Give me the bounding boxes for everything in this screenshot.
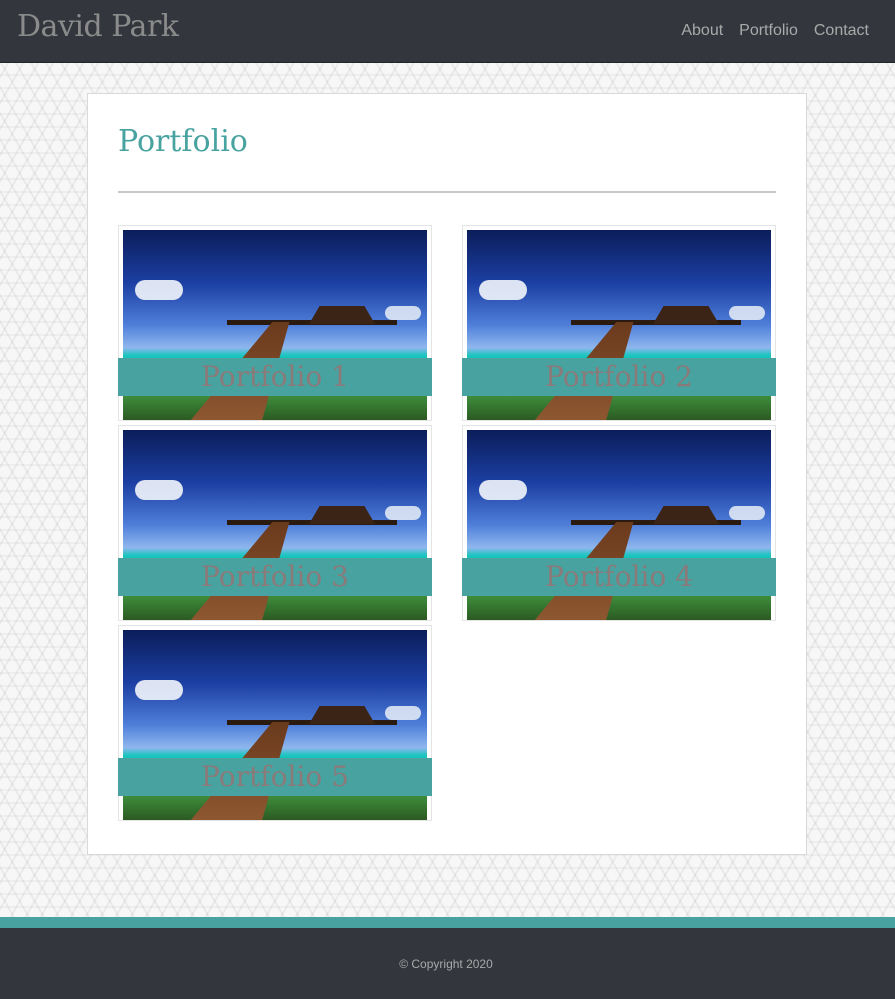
- portfolio-card-3[interactable]: Portfolio 3: [118, 425, 432, 621]
- portfolio-caption-3: Portfolio 3: [118, 558, 432, 596]
- nav-link-about[interactable]: About: [681, 22, 723, 40]
- copyright-text: © Copyright 2020: [399, 957, 493, 971]
- portfolio-caption-1: Portfolio 1: [118, 358, 432, 396]
- portfolio-card-5[interactable]: Portfolio 5: [118, 625, 432, 821]
- portfolio-caption-5: Portfolio 5: [118, 758, 432, 796]
- top-navbar: David Park About Portfolio Contact: [0, 0, 895, 63]
- footer-accent-band: [0, 917, 895, 928]
- nav-link-portfolio[interactable]: Portfolio: [739, 22, 798, 40]
- content-panel: Portfolio Portfolio 1 Portfolio 2 Portfo…: [87, 93, 807, 855]
- title-divider: [118, 191, 776, 193]
- brand-link[interactable]: David Park: [17, 9, 179, 44]
- nav-link-contact[interactable]: Contact: [814, 22, 869, 40]
- portfolio-caption-2: Portfolio 2: [462, 358, 776, 396]
- page-title: Portfolio: [118, 124, 248, 159]
- portfolio-caption-4: Portfolio 4: [462, 558, 776, 596]
- portfolio-card-4[interactable]: Portfolio 4: [462, 425, 776, 621]
- portfolio-card-1[interactable]: Portfolio 1: [118, 225, 432, 421]
- portfolio-card-2[interactable]: Portfolio 2: [462, 225, 776, 421]
- page-footer: © Copyright 2020: [0, 928, 895, 999]
- nav-menu: About Portfolio Contact: [681, 22, 869, 40]
